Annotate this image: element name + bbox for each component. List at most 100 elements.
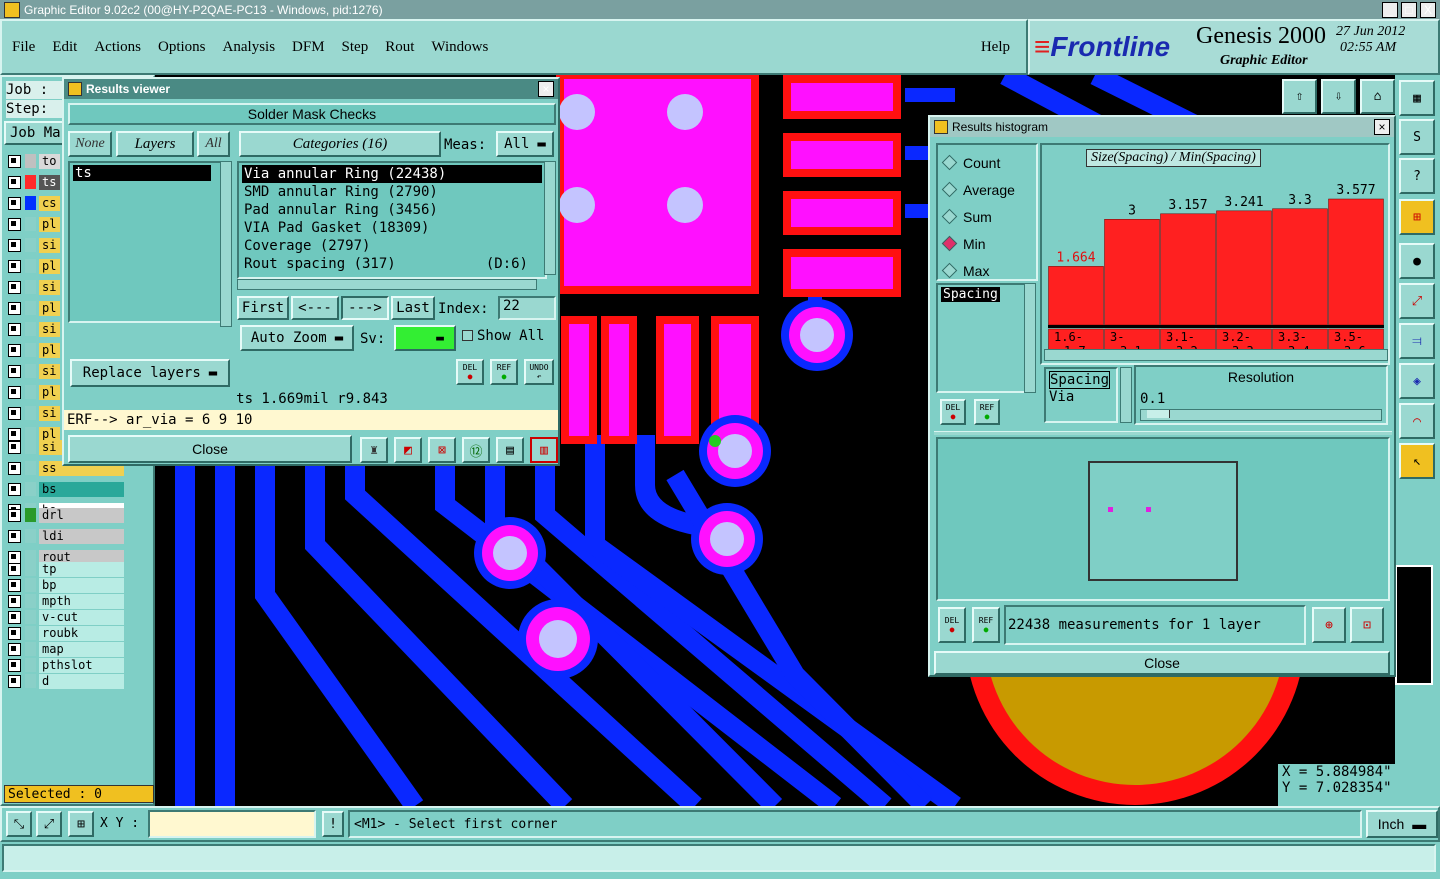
menu-file[interactable]: File — [12, 39, 35, 56]
tool-icon-1[interactable]: ♜ — [360, 437, 388, 463]
layer-row[interactable]: tp — [4, 561, 128, 577]
sub-list-item[interactable]: Via — [1049, 389, 1113, 405]
layer-name[interactable]: si — [39, 363, 60, 379]
layer-visibility-checkbox[interactable] — [8, 482, 21, 496]
layer-visibility-checkbox[interactable] — [8, 626, 21, 640]
layer-row[interactable]: d — [4, 673, 128, 689]
histogram-bar[interactable] — [1048, 266, 1104, 326]
layer-row[interactable]: drl — [4, 507, 128, 523]
histogram-bar[interactable] — [1328, 198, 1384, 326]
layer-row[interactable]: si — [4, 237, 66, 253]
layer-color-swatch[interactable] — [25, 440, 36, 454]
units-select[interactable]: Inch ▬ — [1366, 810, 1438, 838]
category-item[interactable]: Coverage (2797) — [242, 237, 542, 255]
mode-radio-max[interactable]: Max — [938, 257, 1036, 284]
tool-icon-4[interactable]: ⑫ — [462, 437, 490, 463]
chart-hscroll[interactable] — [1044, 349, 1388, 361]
layer-row[interactable]: si — [4, 363, 66, 379]
results-viewer-close-button[interactable]: Close — [68, 435, 352, 463]
layer-color-swatch[interactable] — [25, 562, 36, 576]
layer-color-swatch[interactable] — [25, 238, 36, 252]
layer-visibility-checkbox[interactable] — [8, 529, 21, 543]
del-button[interactable]: DEL ● — [456, 359, 484, 385]
layer-name[interactable]: si — [39, 237, 60, 253]
layer-visibility-checkbox[interactable] — [8, 322, 21, 336]
select-icon[interactable]: ↖ — [1399, 443, 1435, 479]
measure-icon[interactable]: ⊞ — [1399, 199, 1435, 235]
layer-name[interactable]: si — [39, 279, 60, 295]
layer-row[interactable]: si — [4, 405, 66, 421]
menu-analysis[interactable]: Analysis — [223, 39, 276, 56]
metric-list-scrollbar[interactable] — [1024, 283, 1036, 393]
layer-row[interactable]: bs — [4, 481, 128, 497]
info-icon[interactable]: ! — [322, 811, 344, 837]
route-icon[interactable]: ⤢ — [1399, 283, 1435, 319]
last-button[interactable]: Last — [391, 296, 435, 320]
layer-visibility-checkbox[interactable] — [8, 280, 21, 294]
layer-row[interactable]: pl — [4, 300, 66, 316]
pad-icon[interactable]: ● — [1399, 243, 1435, 279]
import-icon[interactable]: ⇩ — [1321, 79, 1356, 114]
layer-name[interactable]: map — [39, 641, 124, 657]
layer-visibility-checkbox[interactable] — [8, 217, 21, 231]
layer-color-swatch[interactable] — [25, 674, 36, 688]
sub-list[interactable]: Spacing Via — [1044, 367, 1118, 423]
layer-visibility-checkbox[interactable] — [8, 562, 21, 576]
window-layout-icon[interactable]: ▦ — [1399, 80, 1435, 116]
layer-row[interactable]: pl — [4, 258, 66, 274]
auto-zoom-select[interactable]: Auto Zoom ▬ — [240, 325, 354, 351]
category-item[interactable]: Rout spacing (317) (D:6) — [242, 255, 542, 273]
layer-color-swatch[interactable] — [25, 154, 36, 168]
layer-color-swatch[interactable] — [25, 482, 36, 496]
ref-button[interactable]: REF ● — [490, 359, 518, 385]
layer-color-swatch[interactable] — [25, 406, 36, 420]
layer-color-swatch[interactable] — [25, 364, 36, 378]
layer-color-swatch[interactable] — [25, 322, 36, 336]
layer-row[interactable]: si — [4, 321, 66, 337]
layer-name[interactable]: d — [39, 673, 124, 689]
results-viewer-close-icon[interactable]: × — [538, 81, 554, 97]
replace-layers-select[interactable]: Replace layers ▬ — [70, 359, 230, 387]
histogram-close-icon[interactable]: × — [1374, 119, 1390, 135]
layer-name[interactable]: cs — [39, 195, 60, 211]
layer-color-swatch[interactable] — [25, 280, 36, 294]
grid-icon[interactable]: ⊞ — [68, 811, 94, 837]
job-matrix-button[interactable]: Job Ma — [4, 121, 64, 145]
menu-step[interactable]: Step — [342, 39, 369, 56]
layer-color-swatch[interactable] — [25, 259, 36, 273]
zoom-in-icon[interactable]: ⊕ — [1312, 607, 1346, 643]
sv-color-select[interactable]: ▬ — [394, 325, 456, 351]
layer-row[interactable]: pl — [4, 216, 66, 232]
report-icon[interactable]: ▤ — [496, 437, 524, 463]
first-button[interactable]: First — [237, 296, 289, 320]
layer-color-swatch[interactable] — [25, 217, 36, 231]
undo-button[interactable]: UNDO ↶ — [524, 359, 554, 385]
zoom-fit-icon[interactable]: ⊡ — [1350, 607, 1384, 643]
preview-ref-button[interactable]: REF ● — [972, 607, 1000, 643]
layer-name[interactable]: pthslot — [39, 657, 124, 673]
layer-result-item[interactable]: ts — [73, 165, 211, 181]
layer-color-swatch[interactable] — [25, 343, 36, 357]
layer-name[interactable]: tp — [39, 561, 124, 577]
layer-row[interactable]: ts — [4, 174, 66, 190]
layer-color-swatch[interactable] — [25, 626, 36, 640]
layer-visibility-checkbox[interactable] — [8, 196, 21, 210]
resolution-slider[interactable] — [1140, 409, 1382, 421]
mode-radio-sum[interactable]: Sum — [938, 203, 1036, 230]
index-input[interactable]: 22 — [498, 296, 556, 320]
feature-icon[interactable]: ⫤ — [1399, 323, 1435, 359]
histogram-bar[interactable] — [1104, 219, 1160, 326]
layer-visibility-checkbox[interactable] — [8, 610, 21, 624]
layer-row[interactable]: pl — [4, 384, 66, 400]
layer-name[interactable]: roubk — [39, 625, 124, 641]
preview-del-button[interactable]: DEL ● — [938, 607, 966, 643]
layer-row[interactable]: map — [4, 641, 128, 657]
menu-edit[interactable]: Edit — [52, 39, 77, 56]
layer-name[interactable]: pl — [39, 258, 60, 274]
layer-name[interactable]: drl — [39, 507, 124, 523]
layer-visibility-checkbox[interactable] — [8, 301, 21, 315]
all-button[interactable]: All — [197, 131, 230, 157]
layer-row[interactable]: pl — [4, 342, 66, 358]
category-hscroll[interactable] — [237, 279, 537, 290]
layer-visibility-checkbox[interactable] — [8, 461, 21, 475]
